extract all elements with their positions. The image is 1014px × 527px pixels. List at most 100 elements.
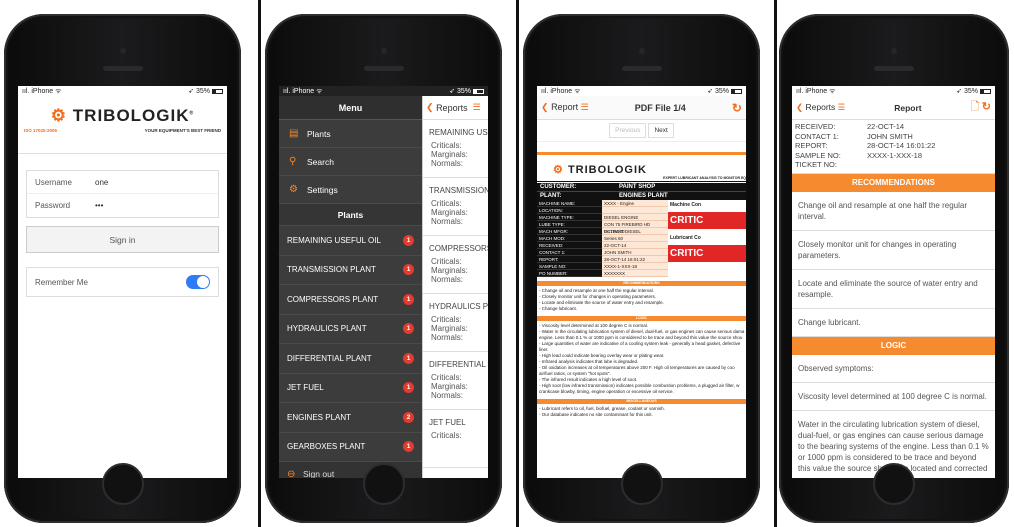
normals-label: Normals: — [431, 217, 464, 226]
plant-count-badge: 1 — [403, 323, 414, 335]
sign-out-label: Sign out — [303, 469, 335, 478]
machine-critical-badge: CRITIC — [668, 212, 746, 229]
field-value: CON 75 FIREBIRD HD EC10W40 — [602, 221, 668, 234]
pdf-recommendations-header: RECOMMENDATIONS — [537, 281, 746, 286]
report-card[interactable]: COMPRESSORS P Criticals:Marginals:Normals… — [423, 236, 488, 294]
plant-item[interactable]: TRANSMISSION PLANT 1 — [279, 256, 422, 285]
field-label: RECEIVED: — [537, 242, 602, 249]
report-card-title: TRANSMISSION P — [429, 186, 488, 195]
field-value: Series 60 — [602, 235, 668, 242]
machine-condition-label: Machine Con — [670, 202, 702, 208]
report-card[interactable]: JET FUEL Criticals: — [423, 410, 488, 468]
panel-report: ııl. iPhone ᯤ ➶ 35% ❮ Reports ☰ Report 🗋… — [774, 0, 1014, 527]
field-row: RECEIVED: 22-OCT-14 — [792, 122, 995, 132]
criticals-label: Criticals: — [431, 257, 462, 266]
field-label: PO NUMBER: — [537, 270, 602, 277]
menu-item-search[interactable]: ⚲ Search — [279, 148, 422, 176]
password-row[interactable]: Password ••• — [27, 194, 218, 217]
pdf-subtitle: EXPERT LUBRICANT ANALYSIS TO MONITOR EQ — [537, 176, 746, 182]
plant-count-badge: 2 — [403, 411, 414, 423]
report-card[interactable]: HYDRAULICS PLA Criticals:Marginals:Normal… — [423, 294, 488, 352]
plant-item[interactable]: ENGINES PLANT 2 — [279, 403, 422, 433]
pdf-top-bar — [537, 152, 746, 155]
battery-label: ➶ 35% — [707, 87, 742, 95]
logic-header: LOGIC — [792, 336, 995, 355]
field-label: MACHINE NAME: — [537, 200, 602, 207]
home-button[interactable] — [873, 463, 915, 505]
report-card-title: DIFFERENTIAL PL — [429, 360, 488, 369]
battery-icon — [980, 89, 991, 94]
pdf-document[interactable]: ⚙ TRIBOLOGIK EXPERT LUBRICANT ANALYSIS T… — [537, 150, 746, 470]
sign-out-icon: ⊖ — [287, 468, 296, 479]
plant-label: GEARBOXES PLANT — [287, 442, 366, 452]
menu-item-label: Plants — [307, 128, 331, 139]
report-card[interactable]: TRANSMISSION P Criticals:Marginals:Normal… — [423, 178, 488, 236]
home-button[interactable] — [620, 463, 663, 505]
plant-item[interactable]: COMPRESSORS PLANT 1 — [279, 285, 422, 315]
criticals-label: Criticals: — [431, 431, 462, 440]
report-card[interactable]: DIFFERENTIAL PL Criticals:Marginals:Norma… — [423, 352, 488, 410]
back-chevron-icon[interactable]: ❮ — [426, 102, 434, 113]
sign-in-button[interactable]: Sign in — [26, 226, 219, 253]
plant-item[interactable]: JET FUEL 1 — [279, 374, 422, 403]
home-button[interactable] — [101, 463, 144, 505]
carrier-label: ııl. iPhone ᯤ — [541, 87, 581, 95]
menu-screen: ııl. iPhone ᯤ ➶ 35% Menu ▤ Plants ⚲ Search… — [279, 86, 488, 478]
customer-row: CUSTOMER: PAINT SHOP — [537, 183, 746, 191]
battery-label: ➶ 35% — [188, 87, 223, 95]
field-value: JOHN SMITH — [867, 131, 913, 141]
marginals-label: Marginals: — [431, 208, 468, 217]
phone-frame: ııl. iPhone ᯤ ➶ 35% ⚙ TRIBOLOGIK® ISO 17… — [4, 14, 241, 523]
previous-page-button[interactable]: Previous — [609, 123, 647, 138]
plant-count-badge: 1 — [403, 234, 414, 246]
criticals-label: Criticals: — [431, 199, 462, 208]
menu-item-plants[interactable]: ▤ Plants — [279, 120, 422, 148]
normals-label: Normals: — [431, 159, 464, 168]
plant-count-badge: 1 — [403, 264, 414, 276]
password-input[interactable]: ••• — [95, 201, 103, 210]
back-button[interactable]: ❮ Reports ☰ — [796, 102, 845, 113]
refresh-icon[interactable]: ↻ — [982, 101, 991, 113]
menu-title: Menu — [279, 96, 422, 120]
panel-login: ııl. iPhone ᯤ ➶ 35% ⚙ TRIBOLOGIK® ISO 17… — [0, 0, 252, 527]
remember-me-toggle[interactable] — [186, 275, 210, 289]
search-icon: ⚲ — [289, 156, 297, 167]
field-label: MACHINE TYPE: — [537, 214, 602, 221]
next-page-button[interactable]: Next — [648, 123, 674, 138]
field-label: SAMPLE NO: — [537, 263, 602, 270]
home-button[interactable] — [362, 463, 405, 505]
field-label: LUBE TYPE: — [537, 221, 602, 228]
remember-me-row: Remember Me — [26, 267, 219, 297]
username-input[interactable]: one — [95, 178, 108, 187]
carrier-label: ııl. iPhone ᯤ — [22, 87, 62, 95]
remember-me-label: Remember Me — [35, 277, 88, 287]
hamburger-icon[interactable]: ☰ — [473, 102, 481, 113]
refresh-icon[interactable]: ↻ — [732, 101, 742, 115]
username-row[interactable]: Username one — [27, 171, 218, 194]
back-button[interactable]: ❮ Report ☰ — [541, 102, 589, 113]
field-value: 28-OCT-14 16:01:22 — [602, 256, 668, 263]
plant-item[interactable]: HYDRAULICS PLANT 1 — [279, 315, 422, 344]
document-icon[interactable]: 🗋 — [971, 101, 980, 113]
report-fields: RECEIVED: 22-OCT-14 CONTACT 1: JOHN SMITH … — [792, 120, 995, 174]
field-value: XXXX-1-XXX-18 — [602, 263, 668, 270]
plant-item[interactable]: DIFFERENTIAL PLANT 1 — [279, 344, 422, 374]
menu-item-settings[interactable]: ⚙ Settings — [279, 176, 422, 204]
hamburger-icon[interactable]: ☰ — [581, 102, 589, 112]
report-card-title: HYDRAULICS PLA — [429, 302, 488, 311]
field-value: XXXXXXX — [602, 270, 668, 277]
hamburger-icon[interactable]: ☰ — [838, 102, 846, 112]
plant-item[interactable]: REMAINING USEFUL OIL 1 — [279, 226, 422, 256]
plant-item[interactable]: GEARBOXES PLANT 1 — [279, 433, 422, 462]
reports-header: ❮ Reports ☰ — [423, 96, 488, 120]
speaker-slot — [874, 66, 914, 71]
pdf-text-line: crankcase blowby, timing, engine operati… — [539, 389, 674, 394]
plant-label: DIFFERENTIAL PLANT — [287, 353, 372, 363]
reports-list-peek: ❮ Reports ☰ REMAINING USEFCriticals:Marg… — [422, 96, 488, 478]
marginals-label: Marginals: — [431, 266, 468, 275]
tagline: YOUR EQUIPMENT'S BEST FRIEND — [144, 128, 221, 133]
recommendation-item: Locate and eliminate the source of water… — [792, 270, 995, 309]
iso-label: ISO 17025:2005 — [24, 128, 58, 133]
field-label: RECEIVED: — [795, 122, 836, 131]
report-card[interactable]: REMAINING USEF Criticals:Marginals:Normal… — [423, 120, 488, 178]
